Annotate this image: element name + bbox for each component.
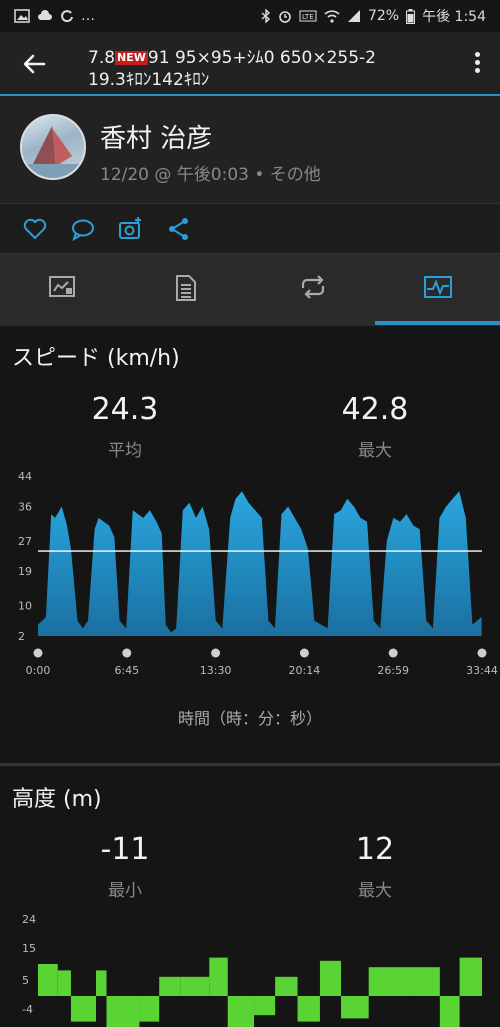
- speed-chart[interactable]: 2 10 19 27 36 44 0:00 6:45 13:30 20:14 26:59 33:44: [0, 460, 500, 690]
- elevation-segment: [159, 976, 181, 996]
- add-photo-icon[interactable]: [118, 216, 144, 242]
- activity-meta: 12/20 @ 午後0:03 • その他: [100, 165, 321, 185]
- speed-y-tick-label: 36: [18, 500, 32, 513]
- elevation-segment: [57, 970, 71, 996]
- elevation-segment: [413, 967, 440, 996]
- share-icon[interactable]: [166, 216, 192, 242]
- social-actions-bar: [0, 204, 500, 254]
- speed-max-label: 最大: [358, 441, 392, 461]
- gallery-icon: [14, 9, 30, 23]
- overflow-menu-icon[interactable]: [472, 52, 482, 78]
- elevation-segment: [254, 996, 276, 1016]
- section-divider: [0, 763, 500, 766]
- elevation-max-label: 最大: [358, 881, 392, 901]
- like-heart-icon[interactable]: [22, 216, 48, 242]
- elevation-y-tick-label: 24: [22, 913, 36, 926]
- elevation-segment: [139, 996, 160, 1022]
- chart-pulse-icon: [424, 276, 452, 298]
- elevation-min-value: -11: [100, 832, 150, 867]
- speed-section-title: スピード (km/h): [12, 346, 180, 371]
- speed-max-value: 42.8: [341, 392, 409, 427]
- elevation-segment: [341, 996, 369, 1019]
- elevation-segment: [227, 996, 255, 1027]
- activity-title-line2: 19.3ｷﾛﾝ142ｷﾛﾝ: [88, 70, 210, 90]
- battery-icon: [406, 8, 416, 24]
- speed-x-axis-title: 時間（時：分：秒）: [177, 709, 322, 728]
- elevation-y-tick-label: -4: [22, 1003, 33, 1016]
- tab-charts[interactable]: [375, 254, 500, 326]
- speed-x-tick-label: 33:44: [466, 664, 498, 677]
- tab-laps[interactable]: [125, 254, 250, 326]
- elevation-segment: [38, 964, 58, 996]
- elevation-segment: [106, 996, 140, 1027]
- elevation-max-value: 12: [355, 832, 395, 867]
- elevation-segment: [275, 976, 298, 996]
- speed-x-tick-label: 26:59: [377, 664, 409, 677]
- bluetooth-icon: [261, 9, 271, 23]
- elevation-min-label: 最小: [108, 881, 142, 901]
- tab-indicator: [375, 321, 500, 325]
- elevation-chart[interactable]: -4 5 15 24: [0, 900, 500, 1027]
- elevation-segment: [180, 976, 210, 996]
- activity-tabs: [0, 254, 500, 326]
- elevation-segment: [95, 970, 107, 996]
- elevation-segment: [209, 957, 228, 996]
- elevation-segment: [319, 960, 342, 996]
- svg-text:LTE: LTE: [302, 13, 314, 21]
- more-icon: …: [81, 8, 95, 24]
- new-badge: NEW: [115, 51, 148, 65]
- status-bar: … LTE 72% 午後 1:54: [0, 0, 500, 32]
- avatar[interactable]: [20, 114, 86, 180]
- alarm-icon: [279, 11, 291, 23]
- document-list-icon: [176, 275, 196, 301]
- speed-x-tick-label: 0:00: [26, 664, 51, 677]
- elevation-segment: [70, 996, 96, 1022]
- sync-icon: [61, 10, 73, 23]
- repeat-icon: [301, 275, 325, 299]
- speed-x-tick-dot: [122, 648, 132, 658]
- speed-y-tick-label: 19: [18, 565, 32, 578]
- speed-x-tick-label: 20:14: [289, 664, 321, 677]
- volte-icon: LTE: [299, 10, 317, 22]
- elevation-y-tick-label: 15: [22, 942, 36, 955]
- clock: 午後 1:54: [422, 9, 486, 25]
- tab-splits[interactable]: [250, 254, 375, 326]
- summary-icon: [49, 276, 75, 297]
- speed-avg-value: 24.3: [91, 392, 159, 427]
- tab-summary[interactable]: [0, 254, 125, 326]
- user-name[interactable]: 香村 治彦: [100, 118, 212, 155]
- speed-x-tick-dot: [477, 648, 487, 658]
- elevation-segment: [439, 996, 460, 1027]
- app-bar: 7.8 NEW 91 95×95+ｼﾑ0 650×255-2 19.3ｷﾛﾝ142ｷ…: [0, 32, 500, 96]
- speed-x-tick-label: 13:30: [200, 664, 232, 677]
- activity-header: [0, 96, 500, 204]
- cloud-icon: [38, 10, 52, 20]
- speed-x-tick-dot: [211, 648, 221, 658]
- speed-y-tick-label: 2: [18, 630, 25, 643]
- comment-icon[interactable]: [70, 216, 96, 242]
- elevation-section-title: 高度 (m): [12, 787, 102, 812]
- speed-avg-label: 平均: [108, 441, 142, 461]
- wifi-icon: [324, 10, 340, 23]
- speed-y-tick-label: 27: [18, 535, 32, 548]
- elevation-segment: [297, 996, 320, 1022]
- speed-y-tick-label: 10: [18, 600, 32, 613]
- back-arrow-icon[interactable]: [20, 50, 48, 78]
- speed-x-tick-label: 6:45: [114, 664, 139, 677]
- speed-y-tick-label: 44: [18, 470, 32, 483]
- speed-x-tick-dot: [33, 648, 43, 658]
- battery-percent: 72%: [367, 8, 400, 24]
- elevation-segment: [368, 967, 414, 996]
- speed-x-tick-dot: [388, 648, 398, 658]
- elevation-y-tick-label: 5: [22, 974, 29, 987]
- elevation-segment: [459, 957, 482, 996]
- speed-x-tick-dot: [299, 648, 309, 658]
- speed-area-series: [38, 491, 482, 636]
- signal-icon: [347, 10, 360, 22]
